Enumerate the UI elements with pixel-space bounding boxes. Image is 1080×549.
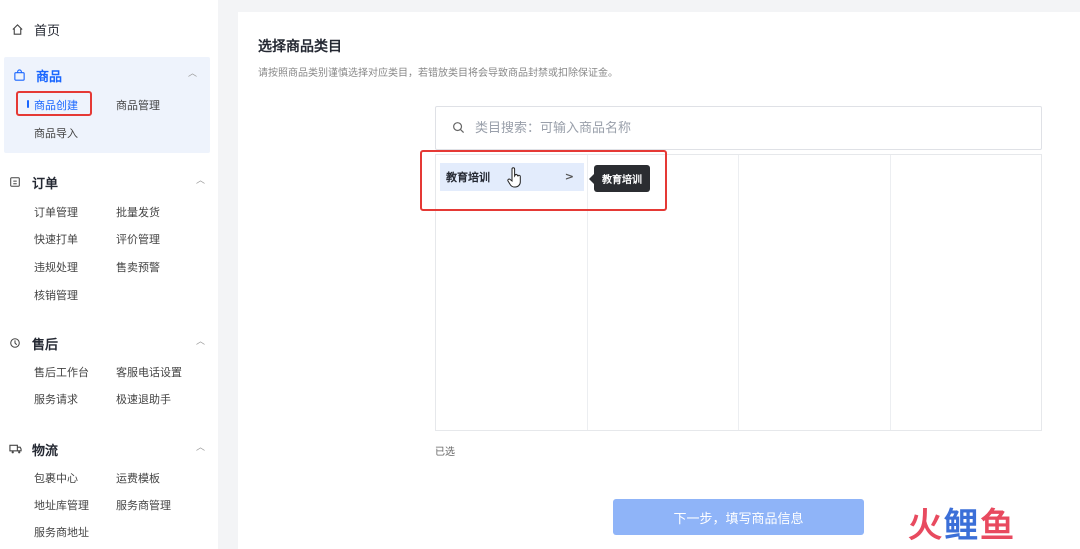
sidebar-item-provider-manage[interactable]: 服务商管理 <box>116 497 171 513</box>
sidebar-section-header[interactable]: 商品 <box>12 65 62 85</box>
category-search-box[interactable] <box>435 106 1042 150</box>
sidebar-item-service-phone[interactable]: 客服电话设置 <box>116 364 182 380</box>
sidebar-section-header[interactable]: 物流 <box>8 439 58 459</box>
sidebar-item-home[interactable]: 首页 <box>10 20 60 39</box>
chevron-up-icon[interactable]: ︿ <box>196 176 206 186</box>
sidebar-section-label: 物流 <box>32 443 59 459</box>
sidebar-item-service-request[interactable]: 服务请求 <box>34 391 78 407</box>
sidebar-item-after-sale-workbench[interactable]: 售后工作台 <box>34 364 89 380</box>
sidebar-item-sale-warning[interactable]: 售卖预警 <box>116 259 160 275</box>
sidebar-item-freight-template[interactable]: 运费模板 <box>116 470 160 486</box>
sidebar: 首页 商品 ︿ 商品创建 商品管理 商品导入 订单 ︿ 订单管理 批量发货 快速… <box>0 0 218 549</box>
page-description: 请按照商品类别谨慎选择对应类目，若错放类目将会导致商品封禁或扣除保证金。 <box>258 68 618 79</box>
sidebar-item-verify-manage[interactable]: 核销管理 <box>34 287 78 303</box>
sidebar-item-order-manage[interactable]: 订单管理 <box>34 204 78 220</box>
sidebar-section-order: 订单 ︿ 订单管理 批量发货 快速打单 评价管理 违规处理 售卖预警 核销管理 <box>0 172 218 312</box>
truck-icon <box>8 442 22 456</box>
watermark-logo: 火鲤鱼 <box>908 506 1016 546</box>
chevron-up-icon[interactable]: ︿ <box>196 443 206 453</box>
order-list-icon <box>8 175 22 189</box>
sidebar-section-header[interactable]: 订单 <box>8 172 58 192</box>
sidebar-item-product-import[interactable]: 商品导入 <box>34 125 78 141</box>
after-sale-icon <box>8 336 22 350</box>
sidebar-item-violation[interactable]: 违规处理 <box>34 259 78 275</box>
sidebar-item-fast-refund[interactable]: 极速退助手 <box>116 391 171 407</box>
sidebar-section-label: 商品 <box>36 69 63 85</box>
selected-label: 已选 <box>435 447 455 458</box>
category-search-input[interactable] <box>475 120 975 136</box>
sidebar-section-header[interactable]: 售后 <box>8 333 58 353</box>
highlight-box-product-create <box>16 91 92 116</box>
sidebar-section-after-sale: 售后 ︿ 售后工作台 客服电话设置 服务请求 极速退助手 <box>0 333 218 413</box>
shopping-bag-icon <box>12 68 26 82</box>
sidebar-section-logistics: 物流 ︿ 包裹中心 运费模板 地址库管理 服务商管理 服务商地址 <box>0 439 218 549</box>
highlight-box-category <box>420 150 667 211</box>
category-column-4[interactable] <box>891 155 1042 430</box>
sidebar-section-label: 售后 <box>32 337 59 353</box>
sidebar-item-quick-print[interactable]: 快速打单 <box>34 231 78 247</box>
search-icon <box>452 119 465 138</box>
main-panel: 选择商品类目 请按照商品类别谨慎选择对应类目，若错放类目将会导致商品封禁或扣除保… <box>238 12 1080 549</box>
next-step-button[interactable]: 下一步，填写商品信息 <box>613 499 864 535</box>
sidebar-item-provider-address[interactable]: 服务商地址 <box>34 524 89 540</box>
sidebar-item-review-manage[interactable]: 评价管理 <box>116 231 160 247</box>
page-title: 选择商品类目 <box>258 39 342 55</box>
chevron-up-icon[interactable]: ︿ <box>188 69 198 79</box>
sidebar-section-label: 订单 <box>32 176 59 192</box>
sidebar-item-package-center[interactable]: 包裹中心 <box>34 470 78 486</box>
sidebar-item-batch-ship[interactable]: 批量发货 <box>116 204 160 220</box>
sidebar-item-product-manage[interactable]: 商品管理 <box>116 97 160 113</box>
home-icon <box>10 23 24 37</box>
chevron-up-icon[interactable]: ︿ <box>196 337 206 347</box>
sidebar-item-address-manage[interactable]: 地址库管理 <box>34 497 89 513</box>
sidebar-item-label: 首页 <box>34 24 61 39</box>
category-column-3[interactable] <box>739 155 891 430</box>
